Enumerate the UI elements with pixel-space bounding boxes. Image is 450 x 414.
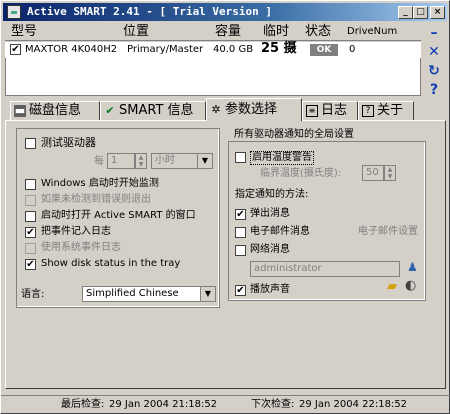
drive-model: MAXTOR 4K040H2 bbox=[25, 44, 118, 55]
help-icon[interactable]: ? bbox=[425, 82, 443, 98]
col-model[interactable]: 型号 bbox=[11, 24, 37, 40]
net-message-label: 网络消息 bbox=[250, 244, 290, 255]
col-capacity[interactable]: 容量 bbox=[215, 24, 241, 40]
language-value: Simplified Chinese bbox=[86, 288, 179, 299]
temp-warning-label: 启用温度警告 bbox=[250, 151, 314, 165]
show-tray-checkbox[interactable]: ✔ bbox=[25, 259, 36, 270]
tab-about[interactable]: ? 关于 bbox=[358, 101, 414, 120]
next-check-value: 29 Jan 2004 22:18:52 bbox=[299, 399, 408, 410]
next-check-label: 下次检查: bbox=[251, 399, 295, 410]
last-check-value: 29 Jan 2004 21:18:52 bbox=[109, 399, 218, 410]
minimize-button[interactable]: _ bbox=[398, 6, 413, 19]
interval-unit-value: 小时 bbox=[155, 155, 175, 166]
show-tray-label: Show disk status in the tray bbox=[41, 258, 181, 269]
window-title: Active SMART 2.41 - [ Trial Version ] bbox=[27, 5, 273, 18]
gear-icon: ✲ bbox=[211, 103, 221, 116]
close-icon[interactable]: ✕ bbox=[425, 44, 443, 60]
col-location[interactable]: 位置 bbox=[123, 24, 149, 40]
tab-label: 参数选择 bbox=[225, 102, 278, 117]
exit-if-none-checkbox[interactable] bbox=[25, 195, 36, 206]
tab-log[interactable]: ≡ 日志 bbox=[302, 101, 358, 120]
global-settings-group bbox=[228, 141, 426, 301]
drive-number: 0 bbox=[349, 44, 356, 55]
global-settings-title: 所有驱动器通知的全局设置 bbox=[234, 129, 354, 140]
tab-label: 关于 bbox=[377, 103, 404, 118]
disk-icon: ▬ bbox=[14, 104, 26, 117]
popup-checkbox[interactable]: ✔ bbox=[235, 209, 246, 220]
notify-method-label: 指定通知的方法: bbox=[235, 189, 309, 200]
tab-disk-info[interactable]: ▬ 磁盘信息 bbox=[10, 101, 100, 120]
log-icon: ≡ bbox=[306, 105, 318, 117]
close-button[interactable]: × bbox=[430, 6, 445, 19]
play-sound-checkbox[interactable]: ✔ bbox=[235, 285, 246, 296]
windows-start-checkbox[interactable] bbox=[25, 179, 36, 190]
folder-icon[interactable]: ▰ bbox=[387, 280, 397, 293]
system-log-label: 使用系统事件日志 bbox=[41, 242, 121, 253]
col-temp[interactable]: 临时 bbox=[263, 24, 289, 40]
chevron-down-icon: ▼ bbox=[200, 287, 215, 301]
language-label: 语言: bbox=[21, 289, 45, 300]
user-icon[interactable]: ♟ bbox=[407, 261, 418, 273]
test-drive-checkbox[interactable] bbox=[25, 138, 36, 149]
refresh-icon[interactable]: ↻ bbox=[425, 63, 443, 79]
email-settings-link[interactable]: 电子邮件设置 bbox=[358, 226, 418, 238]
last-check-label: 最后检查: bbox=[61, 399, 105, 410]
interval-spinner[interactable]: ▲ ▼ bbox=[135, 153, 147, 169]
title-bar[interactable]: Active SMART 2.41 - [ Trial Version ] _ … bbox=[3, 3, 447, 21]
temp-warning-checkbox[interactable] bbox=[235, 152, 246, 163]
minimize-icon[interactable]: – bbox=[425, 25, 443, 41]
language-select[interactable]: Simplified Chinese ▼ bbox=[82, 286, 216, 302]
tab-label: SMART 信息 bbox=[119, 103, 194, 118]
net-message-checkbox[interactable] bbox=[235, 245, 246, 256]
tab-preferences[interactable]: ✲ 参数选择 bbox=[206, 98, 302, 121]
email-checkbox[interactable] bbox=[235, 227, 246, 238]
every-label: 每 bbox=[94, 156, 104, 167]
critical-temp-label: 临界温度(摄氏度): bbox=[260, 168, 342, 179]
app-icon bbox=[7, 5, 21, 19]
drive-temp: 25 摄 bbox=[261, 41, 297, 56]
status-badge: OK bbox=[310, 44, 338, 56]
test-drive-label: 测试驱动器 bbox=[41, 136, 96, 149]
net-user-field[interactable]: administrator bbox=[250, 261, 400, 277]
drive-location: Primary/Master bbox=[127, 44, 204, 55]
drive-checkbox[interactable]: ✔ bbox=[10, 44, 21, 55]
col-status[interactable]: 状态 bbox=[305, 24, 331, 40]
drive-row[interactable]: ✔ MAXTOR 4K040H2 Primary/Master 40.0 GB … bbox=[5, 42, 421, 58]
log-event-checkbox[interactable]: ✔ bbox=[25, 227, 36, 238]
critical-temp-spinner[interactable]: ▲ ▼ bbox=[384, 165, 396, 181]
tab-label: 磁盘信息 bbox=[29, 103, 82, 118]
drive-list-header: 型号 位置 容量 临时 状态 DriveNum bbox=[5, 24, 421, 41]
windows-start-label: Windows 启动时开始监测 bbox=[41, 178, 159, 189]
preferences-panel: 测试驱动器 每 1 ▲ ▼ 小时 ▼ Windows 启动时开始监测 如果未检测到… bbox=[5, 120, 446, 389]
speaker-icon[interactable]: ◐ bbox=[405, 279, 416, 292]
play-sound-label: 播放声音 bbox=[250, 284, 290, 295]
exit-if-none-label: 如果未检测到错误则退出 bbox=[41, 194, 151, 205]
chevron-down-icon: ▼ bbox=[197, 154, 212, 168]
drive-capacity: 40.0 GB bbox=[213, 44, 254, 55]
app-window: Active SMART 2.41 - [ Trial Version ] _ … bbox=[0, 0, 450, 414]
email-label: 电子邮件消息 bbox=[250, 226, 310, 237]
drive-list-empty-area[interactable] bbox=[5, 58, 421, 96]
tab-smart-info[interactable]: ✔ SMART 信息 bbox=[100, 101, 206, 120]
popup-label: 弹出消息 bbox=[250, 208, 290, 219]
maximize-button[interactable]: □ bbox=[413, 6, 428, 19]
interval-unit-select[interactable]: 小时 ▼ bbox=[151, 153, 213, 169]
col-drivenum[interactable]: DriveNum bbox=[347, 24, 397, 40]
question-icon: ? bbox=[362, 105, 374, 117]
check-icon: ✔ bbox=[105, 104, 115, 117]
log-event-label: 把事件记入日志 bbox=[41, 226, 111, 237]
interval-value-field[interactable]: 1 bbox=[107, 153, 135, 169]
status-bar: 最后检查: 29 Jan 2004 21:18:52 下次检查: 29 Jan … bbox=[1, 395, 450, 414]
critical-temp-field[interactable]: 50 bbox=[362, 165, 384, 181]
system-log-checkbox[interactable] bbox=[25, 243, 36, 254]
tab-label: 日志 bbox=[321, 103, 348, 118]
open-window-checkbox[interactable] bbox=[25, 211, 36, 222]
open-window-label: 启动时打开 Active SMART 的窗口 bbox=[41, 210, 196, 221]
